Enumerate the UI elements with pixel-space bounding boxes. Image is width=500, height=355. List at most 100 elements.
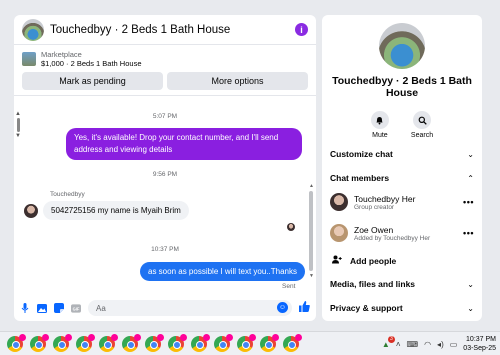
sender-avatar[interactable] [24, 204, 38, 218]
member-name: Touchedbyy Her [354, 193, 416, 204]
listing-thumbnail[interactable] [22, 52, 36, 66]
gif-icon[interactable]: GIF [71, 303, 81, 313]
mark-as-pending-button[interactable]: Mark as pending [22, 72, 163, 90]
chat-avatar[interactable] [22, 18, 44, 41]
profile-badge-icon [180, 333, 187, 341]
customize-chat-section[interactable]: Customize chat ⌄ [322, 149, 482, 159]
scroll-down-icon[interactable]: ▼ [309, 273, 314, 279]
app-notification-icon[interactable]: ▲ 3 [382, 335, 395, 349]
chrome-taskbar-icon[interactable] [122, 333, 141, 352]
chrome-taskbar-icon[interactable] [7, 333, 26, 352]
more-options-icon[interactable]: ••• [463, 197, 474, 207]
message-scrollbar[interactable] [309, 191, 313, 271]
info-icon[interactable]: i [295, 23, 308, 36]
chrome-taskbar-icon[interactable] [30, 333, 49, 352]
profile-badge-icon [203, 333, 210, 341]
profile-badge-icon [249, 333, 256, 341]
chat-info-panel: Touchedbyy · 2 Beds 1 Bath House Mute Se… [322, 15, 482, 321]
microphone-icon[interactable] [20, 303, 30, 313]
profile-badge-icon [65, 333, 72, 341]
chevron-up-icon[interactable]: ˄ [396, 340, 401, 349]
bell-icon [370, 111, 389, 129]
member-name: Zoe Owen [354, 224, 394, 235]
svg-text:GIF: GIF [73, 306, 80, 311]
chrome-taskbar-icon[interactable] [283, 333, 302, 352]
chat-header: Touchedbyy · 2 Beds 1 Bath House i [14, 15, 316, 45]
listing-label: Marketplace [41, 50, 82, 59]
profile-badge-icon [88, 333, 95, 341]
scroll-down-icon[interactable]: ▼ [14, 133, 22, 139]
group-avatar[interactable] [379, 23, 425, 69]
chrome-taskbar-icon[interactable] [99, 333, 118, 352]
search-label: Search [410, 132, 434, 139]
customize-chat-label: Customize chat [330, 149, 393, 159]
member-role: Added by Touchedbyy Her [354, 234, 431, 242]
wifi-icon[interactable]: ◠ [424, 340, 431, 349]
media-files-links-section[interactable]: Media, files and links ⌄ [322, 279, 482, 289]
chat-members-label: Chat members [330, 173, 390, 183]
speaker-icon[interactable]: ◂) [437, 340, 444, 349]
profile-badge-icon [42, 333, 49, 341]
add-people-label: Add people [350, 255, 397, 266]
member-item[interactable]: Zoe Owen Added by Touchedbyy Her ••• [330, 224, 474, 242]
mute-button[interactable]: Mute [370, 111, 389, 139]
chat-title[interactable]: Touchedbyy · 2 Beds 1 Bath House [50, 24, 295, 36]
sender-name: Touchedbyy [50, 191, 85, 198]
photo-icon[interactable] [37, 303, 47, 313]
chrome-taskbar-icon[interactable] [260, 333, 279, 352]
chevron-down-icon: ⌄ [467, 149, 474, 159]
keyboard-icon[interactable]: ⌨ [407, 340, 419, 349]
like-icon[interactable] [299, 301, 310, 315]
emoji-icon[interactable]: ☺ [277, 302, 288, 313]
chrome-taskbar-icon[interactable] [214, 333, 233, 352]
chat-members-section[interactable]: Chat members ⌃ [322, 173, 482, 183]
profile-badge-icon [295, 333, 302, 341]
listing-price-title[interactable]: $1,000 · 2 Beds 1 Bath House [41, 59, 142, 68]
chat-panel: Touchedbyy · 2 Beds 1 Bath House i Marke… [14, 15, 316, 321]
search-button[interactable]: Search [411, 111, 433, 139]
profile-badge-icon [111, 333, 118, 341]
media-files-links-label: Media, files and links [330, 279, 416, 289]
system-tray: ▲ 3 ˄ ⌨ ◠ ◂) ▭ 10:37 PM 03-Sep-25 [382, 332, 496, 355]
sent-status: Sent [282, 283, 296, 290]
clock-date: 03-Sep-25 [463, 345, 496, 352]
battery-icon[interactable]: ▭ [450, 340, 458, 349]
member-avatar[interactable] [330, 193, 348, 211]
chevron-down-icon: ⌄ [467, 303, 474, 313]
message-input[interactable]: Aa ☺ [88, 300, 292, 316]
chevron-down-icon: ⌄ [467, 279, 474, 289]
profile-badge-icon [226, 333, 233, 341]
timestamp: 10:37 PM [151, 246, 179, 253]
group-title: Touchedbyy · 2 Beds 1 Bath House [332, 75, 472, 99]
profile-badge-icon [134, 333, 141, 341]
chrome-taskbar-icon[interactable] [53, 333, 72, 352]
more-options-icon[interactable]: ••• [463, 228, 474, 238]
chrome-taskbar-icon[interactable] [145, 333, 164, 352]
clock-time: 10:37 PM [466, 336, 496, 343]
incoming-message[interactable]: 5042725156 my name is Myaih Brim [43, 201, 189, 220]
scroll-up-icon[interactable]: ▲ [309, 183, 314, 189]
chrome-taskbar-icon[interactable] [237, 333, 256, 352]
clock[interactable]: 10:37 PM 03-Sep-25 [463, 335, 496, 353]
read-receipt-avatar [287, 223, 295, 231]
add-people-button[interactable]: Add people [332, 255, 396, 266]
member-item[interactable]: Touchedbyy Her Group creator ••• [330, 193, 474, 211]
taskbar-apps [0, 333, 302, 352]
taskbar: ▲ 3 ˄ ⌨ ◠ ◂) ▭ 10:37 PM 03-Sep-25 [0, 331, 500, 355]
mute-label: Mute [372, 132, 388, 139]
member-avatar[interactable] [330, 224, 348, 242]
notification-badge: 3 [387, 335, 395, 343]
chrome-taskbar-icon[interactable] [168, 333, 187, 352]
composer: GIF Aa ☺ [14, 295, 316, 321]
more-options-button[interactable]: More options [167, 72, 308, 90]
profile-badge-icon [272, 333, 279, 341]
chevron-up-icon: ⌃ [467, 173, 474, 183]
message-input-placeholder: Aa [96, 303, 106, 313]
privacy-support-section[interactable]: Privacy & support ⌄ [322, 303, 482, 313]
outgoing-message[interactable]: Yes, it's available! Drop your contact n… [66, 128, 302, 160]
sticker-icon[interactable] [54, 303, 64, 313]
chrome-taskbar-icon[interactable] [191, 333, 210, 352]
outgoing-message[interactable]: as soon as possible I will text you..Tha… [140, 262, 305, 281]
chrome-taskbar-icon[interactable] [76, 333, 95, 352]
timestamp: 9:56 PM [152, 171, 178, 178]
